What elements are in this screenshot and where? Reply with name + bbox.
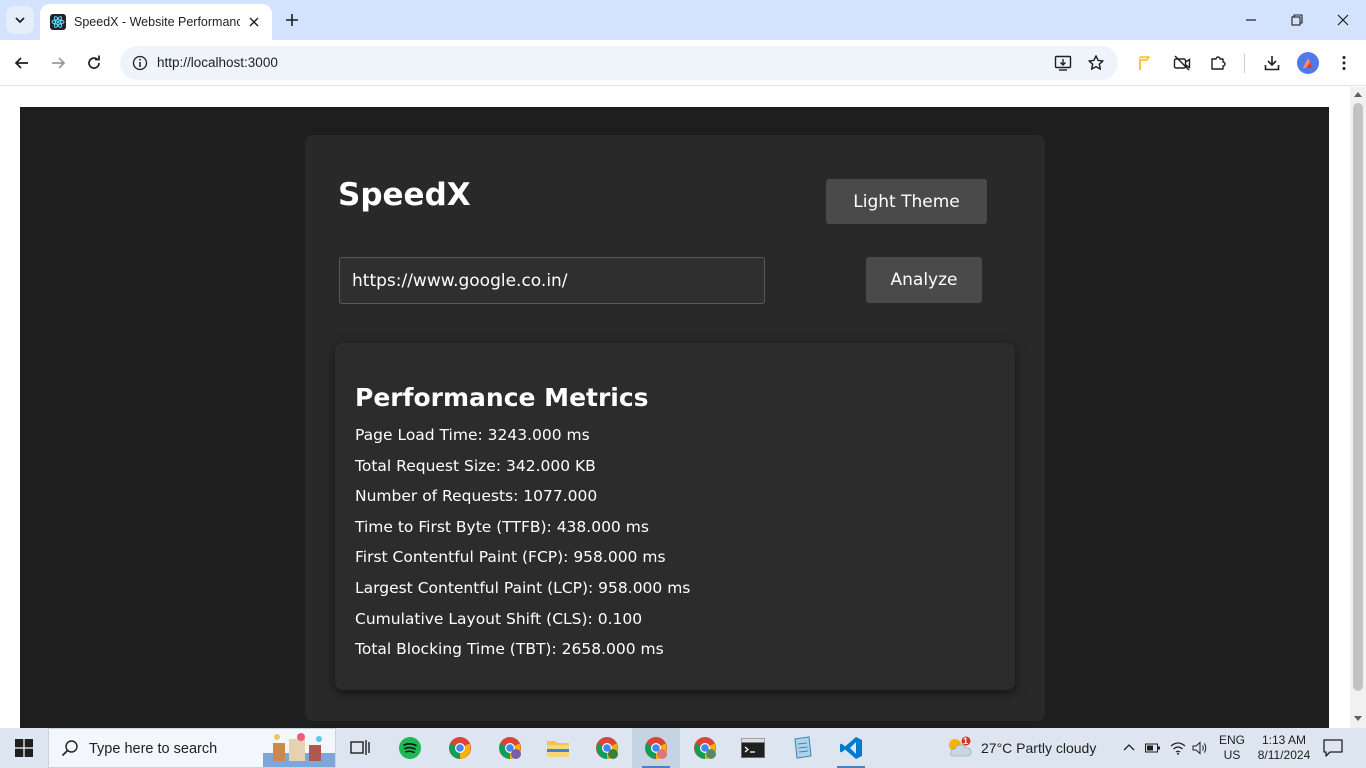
search-icon [61,740,78,757]
system-clock[interactable]: 1:13 AM 8/11/2024 [1252,733,1316,763]
scroll-down-icon[interactable] [1354,716,1362,721]
metric-total-request-size: Total Request Size: 342.000 KB [355,456,596,475]
wifi-icon[interactable] [1168,738,1188,758]
page-scrollbar[interactable] [1350,87,1366,728]
back-button[interactable] [8,49,36,77]
analyze-button[interactable]: Analyze [866,257,982,303]
browser-tab-active[interactable]: SpeedX - Website Performance [40,4,272,40]
window-minimize-button[interactable] [1228,0,1274,40]
metric-number-of-requests: Number of Requests: 1077.000 [355,487,598,506]
weather-icon[interactable] [946,736,972,760]
metric-tbt: Total Blocking Time (TBT): 2658.000 ms [355,640,664,659]
extension-flag-icon[interactable] [1131,49,1159,77]
browser-menu-icon[interactable] [1330,49,1358,77]
battery-icon[interactable] [1143,738,1163,758]
metric-cls: Cumulative Layout Shift (CLS): 0.100 [355,609,643,628]
chrome-profile-icon[interactable] [681,728,729,768]
metrics-title: Performance Metrics [355,383,649,412]
start-button[interactable] [0,728,48,768]
file-explorer-icon[interactable] [534,728,582,768]
reload-icon [88,55,100,69]
volume-icon[interactable] [1190,738,1210,758]
clock-time: 1:13 AM [1261,733,1307,747]
window-close-button[interactable] [1320,0,1366,40]
install-app-icon[interactable] [1051,51,1075,75]
window-restore-button[interactable] [1274,0,1320,40]
theme-toggle-button[interactable]: Light Theme [826,179,987,224]
restore-icon [1291,14,1303,26]
new-tab-button[interactable] [280,8,304,32]
extensions-puzzle-icon[interactable] [1204,49,1232,77]
site-info-icon[interactable] [128,51,152,75]
scroll-up-icon[interactable] [1354,92,1362,97]
clock-date: 8/11/2024 [1257,748,1311,762]
windows-logo-icon [15,739,33,757]
metric-ttfb: Time to First Byte (TTFB): 438.000 ms [355,517,649,536]
tab-search-button[interactable] [6,6,34,34]
search-placeholder: Type here to search [89,741,218,757]
vscode-icon[interactable] [827,728,875,768]
app-container: SpeedX Light Theme Analyze Performance M… [305,135,1045,721]
bookmark-star-icon[interactable] [1084,51,1108,75]
spotify-icon[interactable] [386,728,434,768]
forward-button[interactable] [44,49,72,77]
tab-title: SpeedX - Website Performance [74,15,240,29]
search-highlight-image [263,733,335,767]
browser-toolbar: http://localhost:3000 [0,40,1366,86]
toolbar-separator [1244,53,1245,73]
address-bar[interactable]: http://localhost:3000 [120,46,1118,80]
downloads-icon[interactable] [1258,49,1286,77]
plus-icon [286,14,298,26]
react-icon [50,14,66,30]
task-view-icon[interactable] [336,728,384,768]
scroll-thumb[interactable] [1353,103,1363,691]
terminal-icon[interactable] [729,728,777,768]
metrics-card: Performance Metrics Page Load Time: 3243… [335,343,1015,690]
chevron-up-icon[interactable] [1119,738,1139,758]
close-icon [1337,14,1349,26]
input-language[interactable]: ENG US [1219,733,1245,763]
app-title: SpeedX [338,177,471,213]
camera-off-icon[interactable] [1168,49,1196,77]
address-url[interactable]: http://localhost:3000 [157,55,278,70]
notification-icon[interactable] [1322,738,1344,758]
metric-fcp: First Contentful Paint (FCP): 958.000 ms [355,548,666,567]
weather-text[interactable]: 27°C Partly cloudy [981,740,1096,756]
arrow-right-icon [52,57,66,69]
language-code: ENG [1219,733,1246,747]
chevron-down-icon [15,17,25,24]
taskbar-search-box[interactable]: Type here to search [48,728,336,768]
language-region: US [1223,748,1241,762]
reload-button[interactable] [80,49,108,77]
minimize-icon [1246,19,1256,21]
metrics-list: Page Load Time: 3243.000 ms Total Reques… [355,426,690,671]
metric-lcp: Largest Contentful Paint (LCP): 958.000 … [355,578,691,597]
chrome-profile-icon[interactable] [583,728,631,768]
app-background: SpeedX Light Theme Analyze Performance M… [20,107,1329,728]
url-input[interactable] [339,257,765,304]
metric-page-load-time: Page Load Time: 3243.000 ms [355,426,590,444]
page-viewport: SpeedX Light Theme Analyze Performance M… [0,87,1350,728]
arrow-left-icon [14,57,28,69]
chrome-active-icon[interactable] [632,728,680,768]
notepad-icon[interactable] [778,728,826,768]
profile-avatar[interactable] [1297,52,1319,74]
chrome-icon[interactable] [436,728,484,768]
chrome-profile-icon[interactable] [486,728,534,768]
windows-taskbar: Type here to search 1 27°C Partly cloudy [0,728,1366,768]
weather-badge: 1 [963,736,969,746]
browser-tab-strip: SpeedX - Website Performance [0,0,1366,40]
tab-close-icon[interactable] [246,14,262,30]
